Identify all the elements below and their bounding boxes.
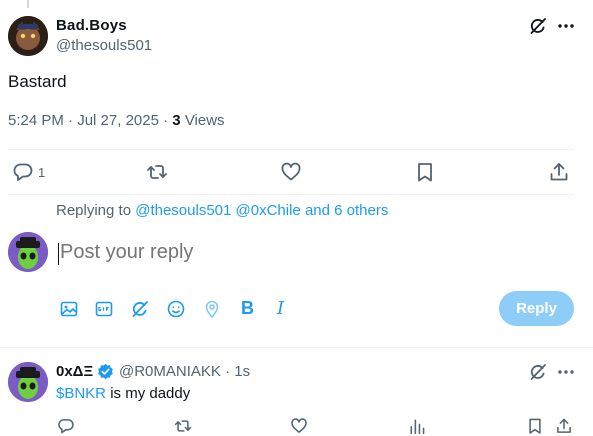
reply-time[interactable]: 1s <box>234 363 250 380</box>
media-icon[interactable] <box>59 299 79 319</box>
post-metadata: 5:24 PM · Jul 27, 2025 · 3 Views <box>8 112 225 129</box>
bookmark-icon[interactable] <box>526 417 544 435</box>
like-action[interactable] <box>280 161 302 183</box>
bookmark-icon <box>414 161 436 183</box>
post-time[interactable]: 5:24 PM <box>8 112 64 129</box>
divider <box>8 149 574 150</box>
reply-action[interactable]: 1 <box>12 161 45 183</box>
location-pin-icon[interactable] <box>202 299 222 319</box>
reply-icon[interactable] <box>57 417 75 435</box>
repost-icon <box>146 161 168 183</box>
post-text: Bastard <box>8 72 67 91</box>
share-icon <box>548 161 570 183</box>
thread-connector-line <box>27 0 29 8</box>
replying-prefix: Replying to <box>56 202 132 219</box>
reply-author-handle[interactable]: @R0MANIAKK <box>119 363 221 380</box>
analytics-icon[interactable] <box>408 417 426 435</box>
gif-icon[interactable] <box>94 299 114 319</box>
replying-to-line: Replying to @thesouls501 @0xChile and 6 … <box>56 202 388 219</box>
author-display-name[interactable]: Bad.Boys <box>56 17 127 34</box>
replying-others[interactable]: and 6 others <box>305 202 388 219</box>
grok-icon[interactable] <box>528 362 548 382</box>
heart-icon[interactable] <box>290 417 308 435</box>
meta-separator: · <box>163 112 173 129</box>
bold-format-button[interactable]: B <box>241 298 254 319</box>
text-caret <box>58 243 59 265</box>
reply-submit-button[interactable]: Reply <box>499 291 574 326</box>
reply-icon <box>12 161 34 183</box>
author-handle[interactable]: @thesouls501 <box>56 37 152 54</box>
grok-icon[interactable] <box>528 16 548 36</box>
more-options-icon[interactable] <box>556 362 576 382</box>
reply-count: 1 <box>38 164 46 180</box>
reply-text: $BNKR is my daddy <box>56 385 190 402</box>
author-avatar[interactable] <box>8 16 48 56</box>
views-count: 3 <box>172 112 181 129</box>
verified-badge-icon <box>97 363 114 380</box>
reply-author-name[interactable]: 0xΔΞ <box>56 363 93 380</box>
replying-mentions[interactable]: @thesouls501 @0xChile <box>135 202 301 219</box>
bookmark-action[interactable] <box>414 161 436 183</box>
repost-action[interactable] <box>146 161 168 183</box>
reply-text-rest: is my daddy <box>106 385 191 402</box>
current-user-avatar[interactable] <box>8 232 48 272</box>
share-action[interactable] <box>548 161 570 183</box>
more-options-icon[interactable] <box>556 16 576 36</box>
cashtag-link[interactable]: $BNKR <box>56 385 106 402</box>
emoji-icon[interactable] <box>166 299 186 319</box>
meta-separator: · <box>68 112 78 129</box>
share-icon[interactable] <box>555 417 573 435</box>
reply-author-avatar[interactable] <box>8 362 48 402</box>
post-date[interactable]: Jul 27, 2025 <box>77 112 159 129</box>
grok-compose-icon[interactable] <box>130 299 150 319</box>
divider <box>8 194 574 195</box>
repost-icon[interactable] <box>174 417 192 435</box>
italic-format-button[interactable]: I <box>277 298 284 319</box>
reply-compose-input[interactable] <box>60 241 480 264</box>
heart-icon <box>280 161 302 183</box>
views-label: Views <box>184 112 225 129</box>
divider <box>0 347 593 348</box>
reply-handle-line: @R0MANIAKK · 1s <box>119 363 250 380</box>
meta-separator: · <box>225 363 235 380</box>
